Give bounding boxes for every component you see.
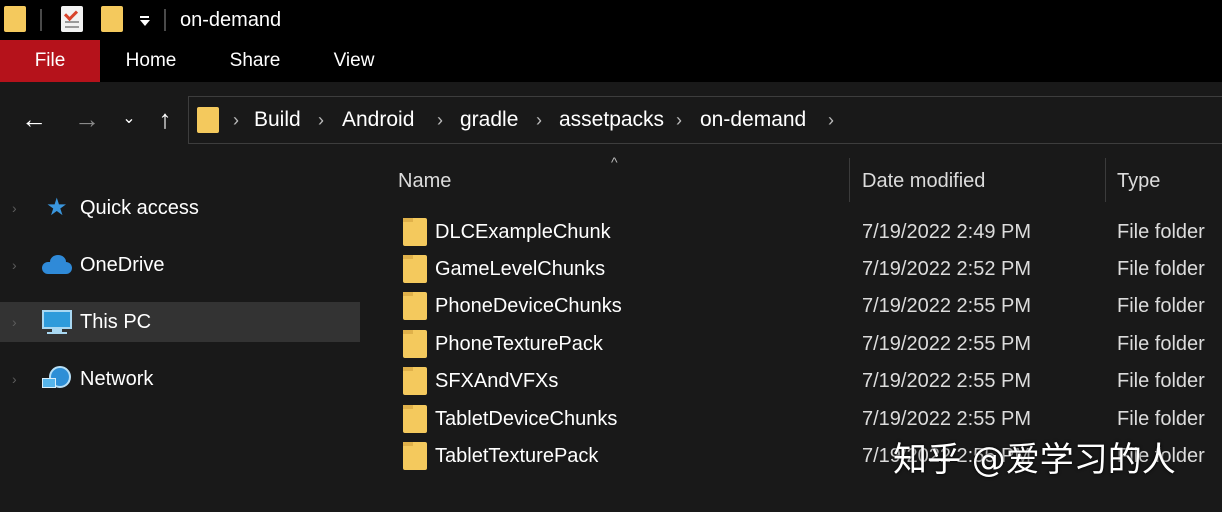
chevron-right-icon[interactable]: › bbox=[12, 312, 17, 332]
column-divider[interactable] bbox=[849, 158, 850, 202]
address-row: ← → ⌄ ↑ › Build › Android › gradle › ass… bbox=[0, 82, 1222, 158]
toolbar-separator bbox=[164, 9, 166, 31]
toolbar-separator bbox=[40, 9, 42, 31]
sidebar-item-network[interactable]: › Network bbox=[0, 359, 360, 399]
chevron-right-icon[interactable]: › bbox=[437, 109, 443, 131]
folder-icon bbox=[403, 330, 427, 358]
sidebar-item-onedrive[interactable]: › OneDrive bbox=[0, 245, 360, 285]
file-type: File folder bbox=[1117, 258, 1205, 280]
date-modified: 7/19/2022 2:52 PM bbox=[862, 258, 1032, 280]
file-row[interactable]: DLCExampleChunk 7/19/2022 2:49 PM File f… bbox=[365, 214, 1222, 251]
customize-toolbar-icon[interactable] bbox=[137, 12, 151, 28]
folder-icon bbox=[403, 218, 427, 246]
sort-ascending-icon: ^ bbox=[611, 154, 618, 170]
navigation-pane: › ★ Quick access › OneDrive › This PC › … bbox=[0, 158, 365, 512]
date-modified: 7/19/2022 2:49 PM bbox=[862, 221, 1032, 243]
file-type: File folder bbox=[1117, 295, 1205, 317]
chevron-right-icon[interactable]: › bbox=[12, 369, 17, 389]
folder-icon bbox=[403, 405, 427, 433]
star-icon: ★ bbox=[46, 194, 68, 221]
folder-icon bbox=[197, 107, 219, 133]
window-title: on-demand bbox=[180, 9, 282, 31]
file-type: File folder bbox=[1117, 221, 1205, 243]
file-name: GameLevelChunks bbox=[435, 258, 606, 280]
date-modified: 7/19/2022 2:55 PM bbox=[862, 408, 1032, 430]
file-name: PhoneTexturePack bbox=[435, 333, 603, 355]
chevron-right-icon[interactable]: › bbox=[676, 109, 682, 131]
tab-view[interactable]: View bbox=[322, 40, 386, 82]
breadcrumb-on-demand[interactable]: on-demand bbox=[700, 107, 806, 133]
tab-share[interactable]: Share bbox=[220, 40, 290, 82]
sidebar-item-quick-access[interactable]: › ★ Quick access bbox=[0, 188, 360, 228]
properties-icon[interactable] bbox=[61, 6, 83, 32]
chevron-right-icon[interactable]: › bbox=[828, 109, 834, 131]
sidebar-item-label: Quick access bbox=[80, 197, 199, 219]
chevron-right-icon[interactable]: › bbox=[12, 198, 17, 218]
file-row[interactable]: SFXAndVFXs 7/19/2022 2:55 PM File folder bbox=[365, 363, 1222, 400]
ribbon-tabs: File Home Share View bbox=[0, 40, 1222, 82]
tab-file[interactable]: File bbox=[0, 40, 100, 82]
sidebar-item-label: OneDrive bbox=[80, 254, 165, 276]
column-divider[interactable] bbox=[1105, 158, 1106, 202]
column-header-date-modified[interactable]: Date modified bbox=[862, 166, 985, 196]
breadcrumb-android[interactable]: Android bbox=[342, 107, 414, 133]
column-header-type[interactable]: Type bbox=[1117, 166, 1160, 196]
new-folder-icon[interactable] bbox=[101, 6, 123, 32]
breadcrumb-gradle[interactable]: gradle bbox=[460, 107, 518, 133]
title-bar: on-demand bbox=[0, 0, 1222, 40]
file-type: File folder bbox=[1117, 370, 1205, 392]
up-arrow-icon[interactable]: ↑ bbox=[150, 104, 180, 134]
file-name: DLCExampleChunk bbox=[435, 221, 611, 243]
column-header-name[interactable]: Name bbox=[398, 166, 451, 196]
cloud-icon bbox=[42, 252, 72, 278]
sidebar-item-this-pc[interactable]: › This PC bbox=[0, 302, 360, 342]
chevron-right-icon[interactable]: › bbox=[12, 255, 17, 275]
file-row[interactable]: PhoneTexturePack 7/19/2022 2:55 PM File … bbox=[365, 326, 1222, 363]
forward-arrow-icon[interactable]: → bbox=[72, 104, 102, 134]
computer-icon bbox=[42, 309, 72, 335]
back-arrow-icon[interactable]: ← bbox=[19, 104, 49, 134]
file-name: SFXAndVFXs bbox=[435, 370, 559, 392]
tab-home[interactable]: Home bbox=[114, 40, 188, 82]
date-modified: 7/19/2022 2:55 PM bbox=[862, 370, 1032, 392]
chevron-right-icon[interactable]: › bbox=[318, 109, 324, 131]
breadcrumb-build[interactable]: Build bbox=[254, 107, 301, 133]
file-name: TabletDeviceChunks bbox=[435, 408, 618, 430]
chevron-right-icon[interactable]: › bbox=[233, 109, 239, 131]
folder-icon bbox=[403, 442, 427, 470]
date-modified: 7/19/2022 2:55 PM bbox=[862, 333, 1032, 355]
folder-icon bbox=[403, 292, 427, 320]
date-modified: 7/19/2022 2:55 PM bbox=[862, 295, 1032, 317]
file-type: File folder bbox=[1117, 333, 1205, 355]
file-row[interactable]: PhoneDeviceChunks 7/19/2022 2:55 PM File… bbox=[365, 288, 1222, 325]
watermark-text: 知乎 @爱学习的人 bbox=[893, 440, 1176, 480]
file-explorer-window: on-demand File Home Share View ← → ⌄ ↑ ›… bbox=[0, 0, 1222, 512]
file-name: PhoneDeviceChunks bbox=[435, 295, 622, 317]
recent-locations-chevron-down-icon[interactable]: ⌄ bbox=[114, 104, 144, 134]
file-name: TabletTexturePack bbox=[435, 445, 599, 467]
folder-icon bbox=[403, 255, 427, 283]
file-row[interactable]: GameLevelChunks 7/19/2022 2:52 PM File f… bbox=[365, 251, 1222, 288]
folder-icon bbox=[403, 367, 427, 395]
file-type: File folder bbox=[1117, 408, 1205, 430]
breadcrumb-assetpacks[interactable]: assetpacks bbox=[559, 107, 664, 133]
sidebar-item-label: This PC bbox=[80, 311, 152, 333]
network-icon bbox=[42, 366, 72, 392]
folder-icon[interactable] bbox=[4, 6, 26, 32]
file-row[interactable]: TabletDeviceChunks 7/19/2022 2:55 PM Fil… bbox=[365, 401, 1222, 438]
address-bar[interactable]: › Build › Android › gradle › assetpacks … bbox=[188, 96, 1222, 144]
sidebar-item-label: Network bbox=[80, 368, 154, 390]
chevron-right-icon[interactable]: › bbox=[536, 109, 542, 131]
